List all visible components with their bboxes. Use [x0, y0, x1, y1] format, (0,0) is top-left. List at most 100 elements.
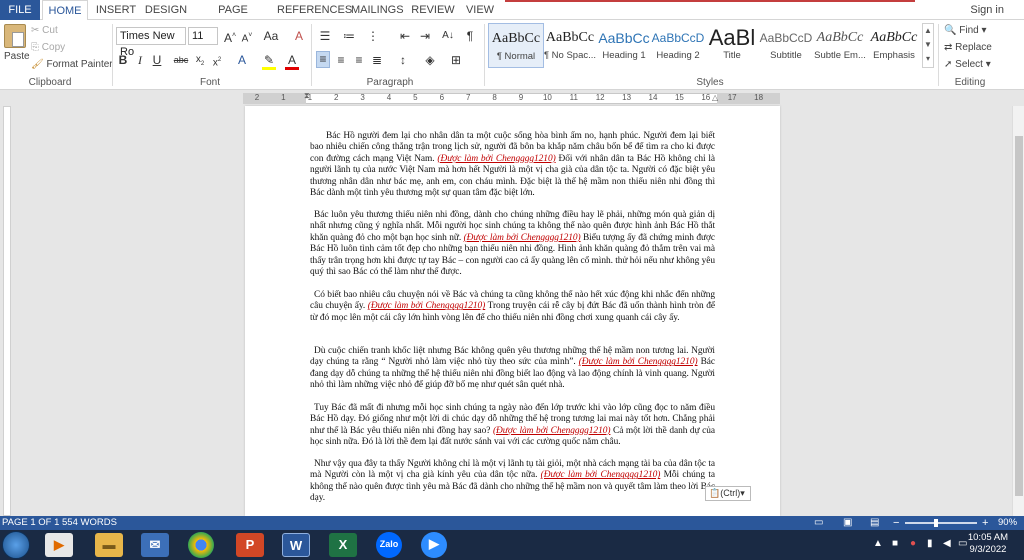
scrollbar-thumb[interactable] — [1015, 136, 1023, 496]
tab-references[interactable]: REFERENCES — [277, 0, 352, 20]
paragraph-6[interactable]: Như vậy qua đây ta thấy Người không chỉ … — [310, 459, 715, 505]
italic-icon[interactable]: I — [133, 53, 147, 67]
grow-font-icon[interactable]: A˄ — [223, 29, 237, 45]
paste-button[interactable]: Paste — [4, 51, 30, 62]
taskbar-clock[interactable]: 10:05 AM 9/3/2022 — [968, 532, 1008, 556]
horizontal-ruler[interactable]: 2 1 1 2 3 4 5 6 7 8 9 10 11 12 13 14 15 16 17 18 ⧗ △ — [0, 91, 1024, 106]
word-icon[interactable]: W — [282, 533, 310, 557]
multilevel-list-icon[interactable]: ⋮ — [366, 29, 380, 43]
volume-icon[interactable]: ◀ — [943, 538, 951, 549]
clear-formatting-icon[interactable]: A — [292, 29, 306, 43]
ruler-number: 9 — [518, 93, 524, 102]
style-subtitle[interactable]: AaBbCcD Subtitle — [758, 23, 814, 68]
print-layout-icon[interactable]: ▣ — [843, 516, 852, 530]
tab-design[interactable]: DESIGN — [143, 0, 189, 20]
style-normal[interactable]: AaBbCc ¶ Normal — [488, 23, 544, 68]
style-no-spacing[interactable]: AaBbCc ¶ No Spac... — [542, 23, 598, 68]
paragraph-2[interactable]: Bác luôn yêu thương thiếu niên nhi đồng,… — [310, 210, 715, 278]
zoom-slider-thumb[interactable] — [934, 519, 938, 527]
tray-app-icon[interactable]: ■ — [892, 538, 898, 549]
right-indent-icon[interactable]: △ — [712, 93, 718, 102]
clock-date: 9/3/2022 — [969, 544, 1007, 555]
line-spacing-icon[interactable]: ↕ — [396, 53, 410, 67]
underline-icon[interactable]: U — [150, 53, 164, 67]
text-effects-icon[interactable]: A — [235, 53, 249, 67]
select-button[interactable]: ➚ Select ▾ — [944, 59, 991, 70]
read-mode-icon[interactable]: ▭ — [814, 516, 823, 530]
shrink-font-icon[interactable]: A˅ — [240, 29, 254, 46]
tab-page-layout[interactable]: PAGE LAYOUT — [196, 0, 270, 36]
vertical-scrollbar[interactable] — [1012, 106, 1024, 516]
style-heading-1[interactable]: AaBbCc Heading 1 — [596, 23, 652, 68]
battery-icon[interactable]: ▭ — [958, 538, 967, 549]
shading-icon[interactable]: ◈ — [423, 53, 437, 67]
zoom-in-icon[interactable]: + — [982, 516, 988, 530]
network-icon[interactable]: ▮ — [927, 538, 933, 549]
align-center-icon[interactable]: ≡ — [334, 53, 348, 67]
show-marks-icon[interactable]: ¶ — [463, 29, 477, 43]
style-heading-2[interactable]: AaBbCcD Heading 2 — [650, 23, 706, 68]
zoom-slider[interactable] — [905, 522, 977, 524]
highlight-icon[interactable]: ✎ — [262, 53, 276, 70]
bold-icon[interactable]: B — [116, 53, 130, 67]
powerpoint-icon[interactable]: P — [236, 533, 264, 557]
strikethrough-icon[interactable]: abc — [172, 53, 190, 67]
tab-view[interactable]: VIEW — [463, 0, 497, 20]
tab-file[interactable]: FILE — [0, 0, 40, 20]
tab-home[interactable]: HOME — [42, 0, 88, 21]
subscript-icon[interactable]: x2 — [193, 53, 207, 71]
decrease-indent-icon[interactable]: ⇤ — [398, 29, 412, 43]
start-button-icon[interactable] — [2, 531, 30, 559]
replace-button[interactable]: ⇄ Replace — [944, 42, 992, 53]
word-count[interactable]: 554 WORDS — [62, 516, 117, 530]
app-icon[interactable]: ✉ — [141, 533, 169, 557]
page-count[interactable]: PAGE 1 OF 1 — [2, 516, 59, 530]
paragraph-5[interactable]: Tuy Bác đã mất đi nhưng mỗi học sinh chú… — [310, 403, 715, 449]
tray-alert-icon[interactable]: ● — [910, 538, 916, 549]
justify-icon[interactable]: ≣ — [370, 53, 384, 67]
paste-options-button[interactable]: 📋(Ctrl)▾ — [705, 486, 751, 501]
increase-indent-icon[interactable]: ⇥ — [418, 29, 432, 43]
sign-in-link[interactable]: Sign in — [970, 0, 1004, 20]
borders-icon[interactable]: ⊞ — [449, 53, 463, 67]
sort-icon[interactable]: A↓ — [441, 29, 455, 43]
font-color-icon[interactable]: A — [285, 53, 299, 70]
font-name-field[interactable]: Times New Ro — [116, 27, 186, 58]
find-button[interactable]: 🔍 Find ▾ — [944, 25, 987, 36]
styles-scroll-icon[interactable]: ▲ ▼ ▾ — [922, 23, 934, 68]
paragraph-group-label: Paragraph — [366, 77, 414, 88]
paragraph-1[interactable]: Bác Hồ người đem lại cho nhân dân ta một… — [310, 131, 715, 199]
paste-icon[interactable] — [4, 24, 26, 48]
align-right-icon[interactable]: ≡ — [352, 53, 366, 67]
indent-marker-icon[interactable]: ⧗ — [304, 91, 310, 101]
zoom-icon[interactable]: ▶ — [421, 532, 447, 558]
file-explorer-icon[interactable]: ▬ — [95, 533, 123, 557]
align-left-icon[interactable]: ≡ — [316, 51, 330, 68]
style-emphasis[interactable]: AaBbCc Emphasis — [866, 23, 922, 68]
paragraph-3[interactable]: Có biết bao nhiêu câu chuyện nói về Bác … — [310, 290, 715, 324]
media-player-icon[interactable]: ▶ — [45, 533, 73, 557]
zoom-level[interactable]: 90% — [998, 516, 1017, 530]
bullets-icon[interactable]: ☰ — [318, 29, 332, 43]
style-subtle-emphasis[interactable]: AaBbCc Subtle Em... — [812, 23, 868, 68]
chrome-icon[interactable] — [188, 532, 214, 558]
tab-mailings[interactable]: MAILINGS — [351, 0, 404, 20]
style-title[interactable]: AaBl Title — [704, 23, 760, 68]
change-case-icon[interactable]: Aa — [261, 29, 281, 43]
numbering-icon[interactable]: ≔ — [342, 29, 356, 43]
cut-button[interactable]: ✂ Cut — [31, 25, 58, 36]
web-layout-icon[interactable]: ▤ — [870, 516, 879, 530]
paragraph-4[interactable]: Dù cuộc chiến tranh khốc liệt nhưng Bác … — [310, 346, 715, 392]
tray-up-icon[interactable]: ▲ — [873, 538, 883, 549]
font-size-field[interactable]: 11 — [188, 27, 218, 45]
zalo-icon[interactable]: Zalo — [376, 532, 402, 558]
tab-review[interactable]: REVIEW — [410, 0, 456, 20]
excel-icon[interactable]: X — [329, 533, 357, 557]
copy-button[interactable]: ⎘ Copy — [31, 42, 65, 53]
document-page[interactable]: Bác Hồ người đem lại cho nhân dân ta một… — [245, 106, 780, 516]
zoom-out-icon[interactable]: − — [893, 516, 899, 530]
style-preview: AaBbCc — [598, 30, 650, 46]
tab-insert[interactable]: INSERT — [92, 0, 140, 20]
format-painter-button[interactable]: 🖌 Format Painter — [31, 59, 113, 70]
superscript-icon[interactable]: x2 — [210, 53, 224, 70]
